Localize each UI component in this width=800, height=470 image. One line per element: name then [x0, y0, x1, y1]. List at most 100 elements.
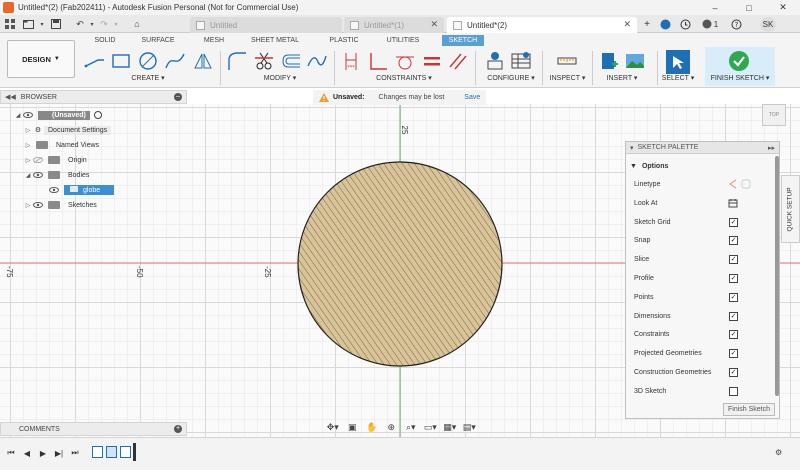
timeline-settings-icon[interactable]: ⚙	[775, 448, 782, 457]
browser-panel-header[interactable]: ◀◀ BROWSER –	[0, 90, 187, 104]
help-icon[interactable]: ?	[730, 17, 742, 31]
constraints-menu[interactable]: CONSTRAINTS ▾	[364, 74, 444, 84]
select-tool-icon[interactable]	[666, 50, 690, 74]
timeline-sketch-feature-icon[interactable]	[120, 446, 131, 458]
palette-option-row[interactable]: Dimensions ✓	[634, 309, 774, 323]
browser-item-globe[interactable]: globe	[48, 183, 115, 197]
circle-tool-icon[interactable]	[137, 50, 159, 72]
checked-checkbox[interactable]: ✓	[729, 236, 738, 246]
coincident-constraint-icon[interactable]	[367, 50, 389, 72]
palette-option-row[interactable]: Profile ✓	[634, 271, 774, 285]
expand-triangle-icon[interactable]: ◢	[14, 112, 22, 119]
workspace-switcher[interactable]: DESIGN ▼	[7, 40, 75, 78]
tangent-constraint-icon[interactable]	[394, 50, 416, 72]
expand-triangle-icon[interactable]: ▷	[24, 157, 32, 164]
quick-setup-tab[interactable]: QUICK SETUP	[781, 175, 800, 243]
visibility-eye-icon[interactable]	[32, 171, 44, 179]
browser-item-sketches[interactable]: ▷ Sketches	[24, 198, 101, 212]
fit-zoom-icon[interactable]: ⌕▾	[404, 421, 418, 433]
chevron-down-icon[interactable]: ▾	[36, 18, 48, 30]
rectangle-tool-icon[interactable]	[110, 50, 132, 72]
options-section-header[interactable]: ▼ Options	[630, 159, 770, 173]
go-to-end-icon[interactable]: ⏭	[70, 448, 80, 458]
checked-checkbox[interactable]: ✓	[729, 273, 738, 283]
dimension-tool-icon[interactable]: ***	[340, 50, 362, 72]
finish-sketch-palette-button[interactable]: Finish Sketch	[723, 403, 775, 416]
tab-sheet-metal[interactable]: SHEET METAL	[248, 35, 302, 46]
chevron-down-icon[interactable]: ▾	[630, 144, 634, 152]
checked-checkbox[interactable]: ✓	[729, 292, 738, 302]
collapse-panel-icon[interactable]: ◀◀	[5, 93, 16, 101]
checked-checkbox[interactable]: ✓	[729, 217, 738, 227]
insert-derive-icon[interactable]	[598, 50, 620, 72]
expand-triangle-icon[interactable]: ◢	[24, 172, 32, 179]
palette-option-row[interactable]: Points ✓	[634, 290, 774, 304]
look-at-icon[interactable]	[728, 198, 738, 208]
parameters-icon[interactable]	[484, 50, 506, 72]
parallel-constraint-icon[interactable]	[447, 50, 469, 72]
visibility-eye-icon[interactable]	[32, 201, 44, 209]
close-tab-icon[interactable]: ✕	[430, 19, 438, 30]
checked-checkbox[interactable]: ✓	[729, 330, 738, 340]
look-at-nav-icon[interactable]: ▣	[346, 421, 360, 433]
tab-untitled[interactable]: Untitled	[190, 17, 342, 33]
unchecked-checkbox[interactable]	[729, 386, 738, 396]
browser-item-document-settings[interactable]: ▷ ⚙ Document Settings	[24, 123, 112, 137]
browser-item-root[interactable]: ◢ (Unsaved)	[14, 108, 102, 122]
comments-panel-header[interactable]: COMMENTS +	[0, 422, 187, 436]
equal-constraint-icon[interactable]	[421, 50, 443, 72]
palette-option-row[interactable]: Sketch Grid ✓	[634, 215, 774, 229]
hidden-eye-icon[interactable]	[32, 156, 44, 164]
timeline-extrude-feature-icon[interactable]	[106, 446, 117, 458]
checked-checkbox[interactable]: ✓	[729, 311, 738, 321]
expand-triangle-icon[interactable]: ▷	[24, 142, 32, 149]
palette-option-row[interactable]: Projected Geometries ✓	[634, 347, 774, 361]
sketch-palette-header[interactable]: ▾ SKETCH PALETTE ▸▸	[626, 142, 779, 154]
create-menu[interactable]: CREATE ▾	[118, 74, 178, 84]
activate-radio-icon[interactable]	[93, 111, 102, 119]
pan-hand-icon[interactable]: ✋	[365, 421, 379, 433]
step-forward-icon[interactable]: ▶|	[54, 448, 64, 458]
go-to-start-icon[interactable]: ⏮	[6, 448, 16, 458]
insert-menu[interactable]: INSERT ▾	[602, 74, 642, 84]
display-settings-icon[interactable]: ▭▾	[424, 421, 438, 433]
close-tab-icon[interactable]: ✕	[623, 19, 631, 30]
measure-icon[interactable]	[556, 50, 578, 72]
finish-sketch-label[interactable]: FINISH SKETCH ▾	[705, 74, 775, 84]
browser-item-named-views[interactable]: ▷ Named Views	[24, 138, 103, 152]
close-window-button[interactable]: ✕	[766, 0, 800, 15]
new-tab-button[interactable]: +	[640, 17, 654, 31]
palette-option-row[interactable]: Slice ✓	[634, 253, 774, 267]
notifications-icon[interactable]: 1	[700, 17, 720, 31]
minimize-button[interactable]: –	[698, 0, 732, 15]
expand-triangle-icon[interactable]: ▷	[24, 202, 32, 209]
visibility-eye-icon[interactable]	[22, 111, 34, 119]
checked-checkbox[interactable]: ✓	[729, 349, 738, 359]
tab-mesh[interactable]: MESH	[200, 35, 228, 46]
save-link[interactable]: Save	[464, 94, 480, 101]
extensions-icon[interactable]	[659, 17, 671, 31]
curve-tool-icon[interactable]	[306, 50, 328, 72]
timeline-marker[interactable]	[133, 443, 136, 461]
configurations-table-icon[interactable]	[510, 50, 532, 72]
maximize-button[interactable]: □	[732, 0, 766, 15]
browser-item-bodies[interactable]: ◢ Bodies	[24, 168, 93, 182]
visibility-eye-icon[interactable]	[48, 186, 60, 194]
grid-settings-icon[interactable]: ▦▾	[443, 421, 457, 433]
offset-tool-icon[interactable]	[280, 50, 302, 72]
palette-option-row[interactable]: Constraints ✓	[634, 328, 774, 342]
tab-untitled-2[interactable]: Untitled*(2) ✕	[447, 17, 637, 33]
minimize-panel-icon[interactable]: –	[174, 93, 182, 101]
expand-panel-icon[interactable]: ▸▸	[768, 144, 775, 152]
job-status-icon[interactable]	[679, 17, 691, 31]
palette-scrollbar[interactable]	[775, 156, 779, 396]
undo-icon[interactable]: ↶	[74, 18, 86, 30]
palette-option-row[interactable]: Construction Geometries ✓	[634, 365, 774, 379]
user-avatar[interactable]: SK	[760, 17, 776, 32]
tab-sketch[interactable]: SKETCH	[442, 35, 484, 46]
file-menu-icon[interactable]	[22, 18, 34, 30]
palette-option-row[interactable]: Snap ✓	[634, 234, 774, 248]
redo-icon[interactable]: ↷	[98, 18, 110, 30]
modify-menu[interactable]: MODIFY ▾	[250, 74, 310, 84]
tab-untitled-1[interactable]: Untitled*(1) ✕	[344, 17, 444, 33]
